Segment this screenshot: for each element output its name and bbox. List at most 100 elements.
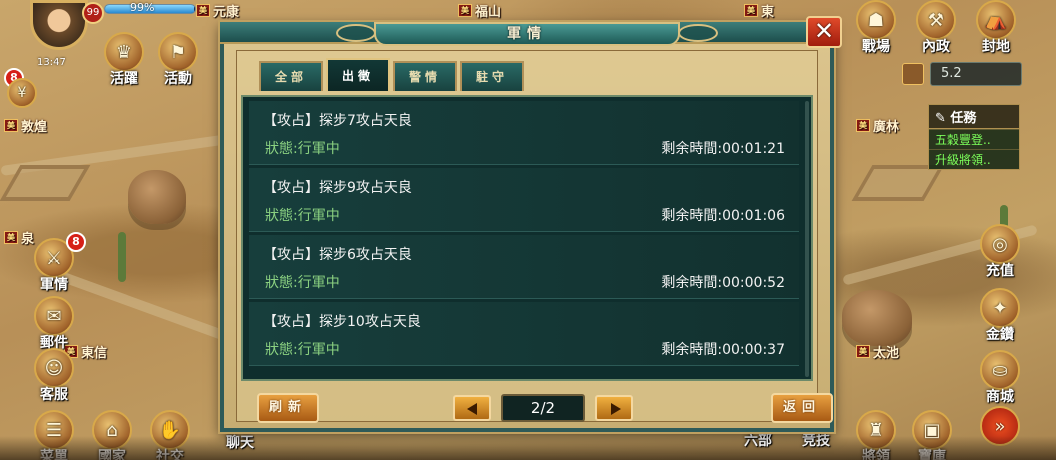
service-label: 客服 xyxy=(40,387,68,403)
shop-button[interactable]: ⛀ 商城 xyxy=(974,350,1026,406)
gold-coins-icon: ◎ xyxy=(980,224,1020,264)
flag-icon: ⚑ xyxy=(158,32,198,72)
march-remaining-time: 剩余時間:00:01:21 xyxy=(661,141,785,157)
red-envelope-icon: ✦ xyxy=(980,288,1020,328)
cloud-ornament-icon xyxy=(678,24,718,42)
bottom-bar xyxy=(0,436,1056,460)
dialog-content: 全部 出徵 警情 駐守 【攻占】探步7攻占天良 狀態:行軍中 剩余時間:00:0… xyxy=(236,50,833,423)
liubu-label: 六部 xyxy=(744,433,772,449)
task-panel[interactable]: ✎ 任務 五穀豐登.. 升級將領.. xyxy=(928,104,1020,170)
city-label[interactable]: 美 太池 xyxy=(856,342,899,361)
next-page-button[interactable] xyxy=(595,395,633,421)
faction-flag-icon: 美 xyxy=(4,119,18,132)
player-level-badge: 99 xyxy=(82,2,104,24)
player-city-text: 元康 xyxy=(213,5,240,20)
city-label[interactable]: 美 廣林 xyxy=(856,116,899,135)
list-item[interactable]: 【攻占】探步9攻占天良 狀態:行軍中 剩余時間:00:01:06 xyxy=(249,168,799,232)
tab-expedition[interactable]: 出徵 xyxy=(326,58,390,91)
march-title: 【攻占】探步9攻占天良 xyxy=(263,180,412,196)
task-item[interactable]: 五穀豐登.. xyxy=(929,129,1019,149)
warrior-icon: ☗ xyxy=(856,0,896,40)
task-header-label: 任務 xyxy=(950,111,977,126)
fief-label: 封地 xyxy=(982,39,1010,55)
march-status: 狀態:行軍中 xyxy=(265,342,340,358)
march-remaining-time: 剩余時間:00:01:06 xyxy=(661,208,785,224)
city-name: 福山 xyxy=(475,5,502,20)
arena-button[interactable]: 竞技 xyxy=(790,433,842,450)
march-remaining-time: 剩余時間:00:00:37 xyxy=(661,342,785,358)
list-item[interactable]: 【攻占】探步10攻占天良 狀態:行軍中 剩余時間:00:00:37 xyxy=(249,302,799,366)
gold-ingot-icon: ⛀ xyxy=(980,350,1020,390)
faction-flag-icon: 美 xyxy=(196,4,210,17)
player-timer: 13:47 xyxy=(37,57,66,68)
arrow-right-icon xyxy=(611,403,621,415)
city-name: 廣林 xyxy=(873,120,900,135)
gold-label: 金鑽 xyxy=(986,327,1014,343)
map-fort xyxy=(851,165,945,201)
chat-label: 聊天 xyxy=(226,435,254,451)
list-scrollbar[interactable] xyxy=(805,101,809,377)
city-name: 東信 xyxy=(81,346,108,361)
task-header: ✎ 任務 xyxy=(929,105,1019,129)
march-title: 【攻占】探步6攻占天良 xyxy=(263,247,412,263)
city-label[interactable]: 美 東 xyxy=(744,1,774,20)
close-icon: ✕ xyxy=(813,17,835,45)
map-rock xyxy=(842,290,912,346)
power-value: 5.2 xyxy=(930,62,1022,86)
huodong-label: 活動 xyxy=(164,71,192,87)
list-item[interactable]: 【攻占】探步7攻占天良 狀態:行軍中 剩余時間:00:01:21 xyxy=(249,101,799,165)
battlefield-label: 戰場 xyxy=(862,39,890,55)
city-label[interactable]: 美 福山 xyxy=(458,1,501,20)
liubu-button[interactable]: 六部 xyxy=(732,433,784,450)
service-girl-icon: ☺ xyxy=(34,348,74,388)
huodong-button[interactable]: ⚑ 活動 xyxy=(152,32,204,88)
mail-icon: ✉ xyxy=(34,296,74,336)
mail-button[interactable]: ✉ 郵件 xyxy=(28,296,80,352)
task-icon: ✎ xyxy=(935,111,951,126)
task-item[interactable]: 升級將領.. xyxy=(929,149,1019,169)
junqing-label: 軍情 xyxy=(40,277,68,293)
military-intel-dialog: 軍情 ✕ 全部 出徵 警情 駐守 【攻占】探步7攻占天良 狀態:行軍中 剩余時間… xyxy=(220,16,842,432)
huoyue-button[interactable]: ♛ 活躍 xyxy=(98,32,150,88)
city-name: 敦煌 xyxy=(21,120,48,135)
list-item[interactable]: 【攻占】探步6攻占天良 狀態:行軍中 剩余時間:00:00:52 xyxy=(249,235,799,299)
internal-affairs-button[interactable]: ⚒ 內政 xyxy=(910,0,962,56)
fief-button[interactable]: ⛺ 封地 xyxy=(970,0,1022,56)
dialog-title: 軍情 xyxy=(374,22,680,46)
cloud-ornament-icon xyxy=(336,24,376,42)
faction-flag-icon: 美 xyxy=(744,4,758,17)
coin-icon: ¥ xyxy=(7,78,37,108)
prev-page-button[interactable] xyxy=(453,395,491,421)
march-list[interactable]: 【攻占】探步7攻占天良 狀態:行軍中 剩余時間:00:01:21 【攻占】探步9… xyxy=(241,95,813,381)
city-name: 東 xyxy=(761,5,775,20)
gold-diamond-button[interactable]: ✦ 金鑽 xyxy=(974,288,1026,344)
close-button[interactable]: ✕ xyxy=(806,16,842,48)
city-name: 太池 xyxy=(873,346,900,361)
gold-coin-button[interactable]: ¥ xyxy=(2,78,42,108)
march-title: 【攻占】探步10攻占天良 xyxy=(263,314,421,330)
arrow-left-icon xyxy=(467,403,477,415)
player-city-name: 美 元康 xyxy=(196,1,239,20)
march-remaining-time: 剩余時間:00:00:52 xyxy=(661,275,785,291)
back-button[interactable]: 返回 xyxy=(771,393,833,423)
refresh-button[interactable]: 刷新 xyxy=(257,393,319,423)
recharge-button[interactable]: ◎ 充值 xyxy=(974,224,1026,280)
faction-flag-icon: 美 xyxy=(4,231,18,244)
recharge-label: 充值 xyxy=(986,263,1014,279)
customer-service-button[interactable]: ☺ 客服 xyxy=(28,348,80,404)
tab-all[interactable]: 全部 xyxy=(259,61,323,91)
tab-garrison[interactable]: 駐守 xyxy=(460,61,524,91)
march-title: 【攻占】探步7攻占天良 xyxy=(263,113,412,129)
faction-flag-icon: 美 xyxy=(856,345,870,358)
city-label[interactable]: 美 敦煌 xyxy=(4,116,47,135)
player-hp-text: 99% xyxy=(130,1,155,14)
tab-alerts[interactable]: 警情 xyxy=(393,61,457,91)
march-status: 狀態:行軍中 xyxy=(265,275,340,291)
chat-button[interactable]: 聊天 xyxy=(214,435,266,452)
map-rock xyxy=(128,170,186,224)
battlefield-button[interactable]: ☗ 戰場 xyxy=(850,0,902,56)
map-cactus xyxy=(118,232,126,282)
arena-label: 竞技 xyxy=(802,433,830,449)
internal-label: 內政 xyxy=(922,39,950,55)
village-icon: ⛺ xyxy=(976,0,1016,40)
